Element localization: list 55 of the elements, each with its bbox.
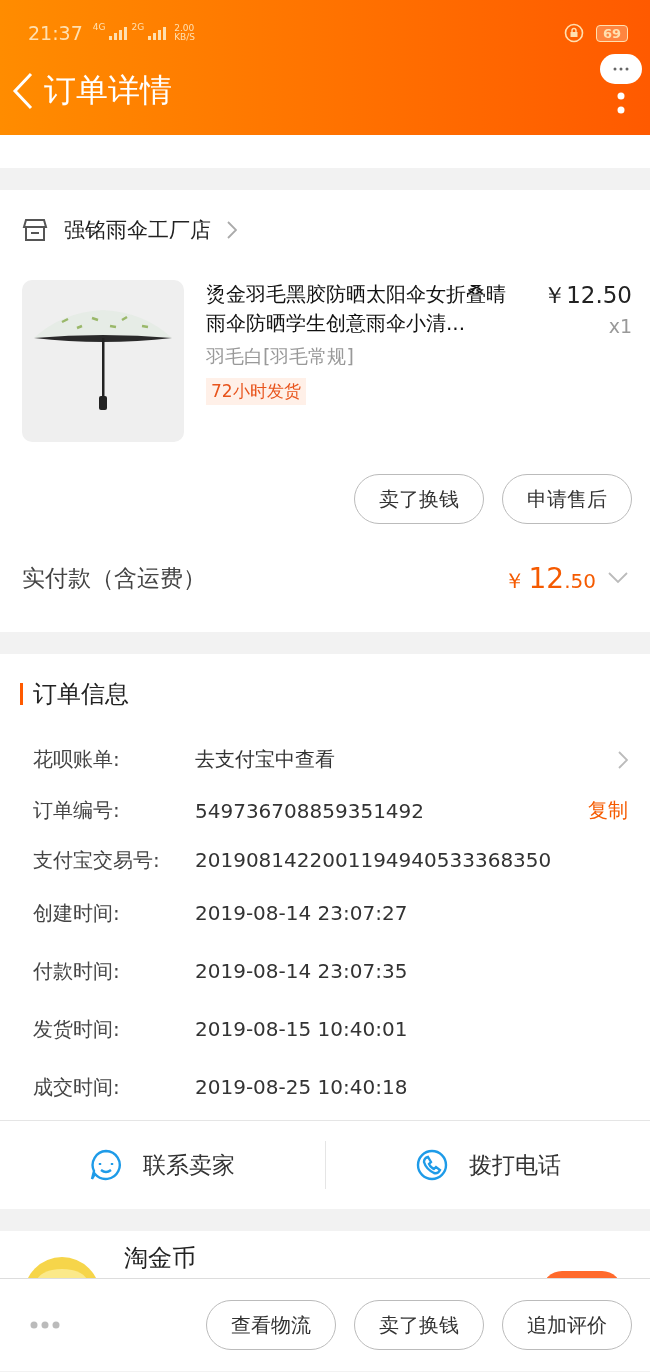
info-value: 2019-08-25 10:40:18 [195,1075,409,1099]
total-amount: 12 [528,561,565,595]
chevron-right-icon [227,221,237,239]
product-price: ￥12.50 [543,281,632,310]
back-icon [12,71,34,110]
more-icon [613,67,629,71]
network-label: 2G [131,22,145,32]
total-decimals: .50 [564,568,596,593]
more-menu-button[interactable] [600,54,642,84]
store-icon [22,218,48,242]
info-value: 2019-08-14 23:07:27 [195,901,409,925]
info-label: 发货时间: [33,1015,121,1043]
product-title[interactable]: 烫金羽毛黑胶防晒太阳伞女折叠晴雨伞防晒学生创意雨伞小清... [206,280,522,338]
phone-icon [414,1148,449,1182]
more-icon [30,1321,60,1329]
info-label: 花呗账单: [33,746,121,773]
signal-icon [148,26,167,40]
contact-button[interactable]: 拨打电话 [324,1141,650,1189]
action-button[interactable]: 卖了换钱 [354,1300,484,1350]
info-value: 2019-08-14 23:07:35 [195,959,409,983]
speed-value: 2.00 [174,24,195,33]
accent-bar [20,683,23,705]
shop-name[interactable]: 强铭雨伞工厂店 [64,216,211,244]
speed-unit: KB/S [174,33,195,42]
action-button[interactable]: 申请售后 [502,474,632,524]
more-icon [617,92,625,114]
info-value: 2019081422001194940533368350 [195,848,553,872]
action-button[interactable]: 卖了换钱 [354,474,484,524]
currency-symbol: ￥ [503,567,525,595]
lock-icon [563,23,584,43]
page-title: 订单详情 [44,69,172,111]
chevron-right-icon [618,750,628,769]
info-label: 成交时间: [33,1073,121,1101]
section-title: 淘金币 [124,1243,197,1273]
info-label: 支付宝交易号: [33,846,161,874]
total-label: 实付款（含运费） [22,563,207,593]
product-quantity: x1 [608,315,632,337]
info-label: 付款时间: [33,957,121,985]
status-time: 21:37 [28,22,83,44]
action-button[interactable]: 追加评价 [502,1300,632,1350]
action-button[interactable]: 查看物流 [206,1300,336,1350]
battery-indicator: 69 [595,24,628,42]
contact-button[interactable]: 联系卖家 [0,1121,325,1209]
info-value: 2019-08-15 10:40:01 [195,1017,409,1041]
section-title: 订单信息 [33,679,129,710]
product-variant: 羽毛白[羽毛常规] [206,344,354,369]
shipping-tag: 72小时发货 [206,378,306,405]
info-value[interactable]: 去支付宝中查看 [195,746,618,773]
signal-icon [109,26,128,40]
chat-icon [89,1148,124,1182]
info-value: 549736708859351492 [195,798,426,823]
chevron-down-icon [608,572,628,584]
info-label: 创建时间: [33,899,121,927]
network-label: 4G [92,22,106,32]
info-label: 订单编号: [33,797,121,824]
